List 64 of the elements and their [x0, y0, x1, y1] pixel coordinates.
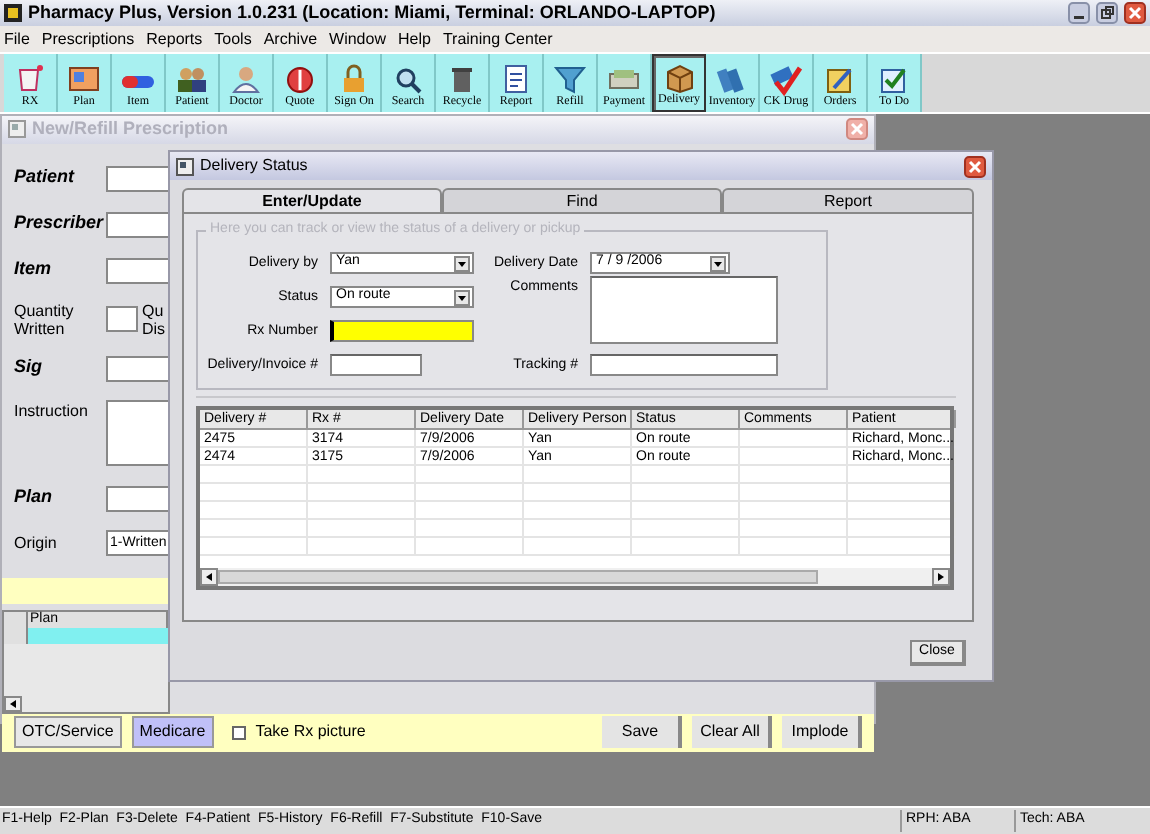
- input-field[interactable]: [590, 275, 778, 344]
- doctor-icon: [228, 64, 264, 96]
- action-button[interactable]: Implode: [782, 716, 862, 748]
- field-label: Dis: [142, 319, 166, 337]
- minimize-icon: [1068, 2, 1090, 24]
- field-label: Prescriber: [14, 210, 106, 237]
- field-label: Origin: [14, 531, 59, 555]
- checkmark-icon: [768, 64, 804, 96]
- menu-item[interactable]: File: [4, 27, 30, 51]
- menu-item[interactable]: Help: [397, 27, 431, 51]
- checkbox[interactable]: [231, 725, 246, 739]
- window-title: Delivery Status: [200, 154, 308, 178]
- mode-button[interactable]: Medicare: [131, 716, 214, 748]
- close-icon: [846, 118, 868, 141]
- field-label: Plan: [14, 484, 55, 511]
- input-field[interactable]: [106, 211, 170, 237]
- input-field[interactable]: [106, 355, 170, 381]
- input-field[interactable]: [106, 485, 170, 511]
- tab[interactable]: Enter/Update: [182, 188, 442, 212]
- field-label: Qu: [142, 301, 166, 319]
- menu-item[interactable]: Prescriptions: [41, 27, 135, 51]
- action-button[interactable]: Save: [602, 716, 682, 748]
- tab[interactable]: Find: [442, 188, 722, 212]
- horizontal-scrollbar[interactable]: [200, 568, 950, 586]
- mode-button[interactable]: OTC/Service: [14, 716, 122, 748]
- window-title: Pharmacy Plus, Version 1.0.231 (Location: Miami, Terminal: ORLANDO-LAPTOP): [28, 0, 716, 26]
- input-field[interactable]: [106, 165, 170, 191]
- restore-icon: [1096, 2, 1118, 24]
- scroll-left-icon: [200, 568, 218, 586]
- action-button[interactable]: Clear All: [692, 716, 772, 748]
- box-icon: [661, 62, 697, 94]
- people-icon: [174, 64, 210, 96]
- menu-item[interactable]: Reports: [146, 27, 203, 51]
- input-field[interactable]: [330, 320, 474, 342]
- text-area[interactable]: [106, 399, 170, 465]
- menu-item[interactable]: Window: [329, 27, 386, 51]
- field-label: Instruction: [14, 399, 90, 423]
- scroll-thumb[interactable]: [218, 570, 818, 584]
- menu-item[interactable]: Tools: [214, 27, 252, 51]
- field-label: Patient: [14, 164, 77, 191]
- coin-icon: [282, 64, 318, 96]
- field-label: Item: [14, 256, 54, 283]
- input-field[interactable]: [106, 306, 138, 332]
- dropdown-arrow-icon: [454, 255, 470, 271]
- dropdown-arrow-icon: [454, 289, 470, 305]
- window-icon: [8, 120, 26, 139]
- app-icon: [4, 4, 22, 22]
- close-icon: [1124, 2, 1146, 24]
- window-icon: [176, 157, 194, 175]
- input-field[interactable]: [106, 257, 170, 283]
- window-title: New/Refill Prescription: [32, 116, 229, 142]
- close-icon: [964, 155, 986, 177]
- funnel-icon: [552, 64, 588, 96]
- field-label: Quantity Written: [14, 301, 76, 337]
- input-field[interactable]: [330, 354, 422, 376]
- scroll-right-icon: [932, 568, 950, 586]
- menu-item[interactable]: Archive: [263, 27, 318, 51]
- tab[interactable]: Report: [722, 188, 974, 212]
- dropdown-arrow-icon: [710, 255, 726, 271]
- card-icon: [66, 64, 102, 96]
- input-field[interactable]: [590, 353, 778, 376]
- menu-item[interactable]: Training Center: [442, 27, 553, 51]
- field-label: Sig: [14, 354, 45, 381]
- checkbox-label: Take Rx picture: [255, 720, 366, 744]
